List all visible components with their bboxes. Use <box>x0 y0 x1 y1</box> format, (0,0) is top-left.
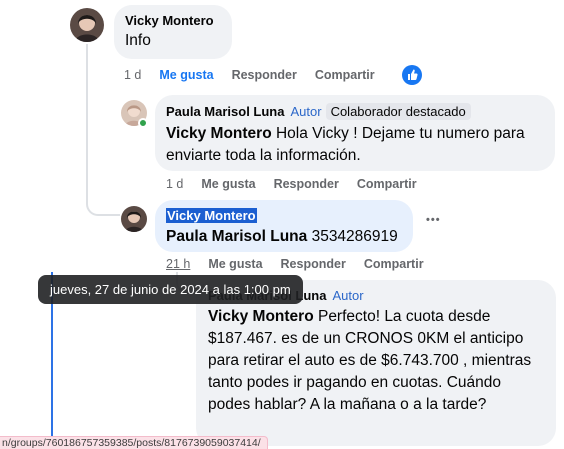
comment-author[interactable]: Paula Marisol Luna <box>166 104 284 119</box>
comment-header: Vicky Montero <box>166 207 402 225</box>
comment-bubble: Vicky Montero Info <box>114 5 232 59</box>
mention-link[interactable]: Vicky Montero <box>166 125 272 142</box>
status-bar-url: n/groups/760186757359385/posts/817673905… <box>0 436 268 449</box>
like-button[interactable]: Me gusta <box>208 257 262 271</box>
thumbs-up-icon <box>408 69 418 80</box>
mention-link[interactable]: Vicky Montero <box>208 308 314 325</box>
reply-button[interactable]: Responder <box>274 177 339 191</box>
top-contributor-badge[interactable]: Colaborador destacado <box>325 103 471 120</box>
author-badge: Autor <box>290 104 322 119</box>
comment-text: Vicky Montero Perfecto! La cuota desde $… <box>208 306 544 416</box>
comment-bubble: Paula Marisol Luna Autor Vicky Montero P… <box>196 280 556 446</box>
comment-actions: 1 d Me gusta Responder Compartir <box>124 68 393 82</box>
comment-bubble: Paula Marisol Luna Autor Colaborador des… <box>155 95 555 171</box>
comment-timestamp[interactable]: 1 d <box>124 68 141 82</box>
more-options-button[interactable]: ••• <box>426 214 441 226</box>
like-reaction-icon[interactable] <box>402 65 422 85</box>
online-status-indicator <box>138 118 148 128</box>
comment-bubble: Vicky Montero Paula Marisol Luna 3534286… <box>155 200 413 252</box>
comment-text: Info <box>125 32 151 49</box>
author-badge: Autor <box>332 288 364 303</box>
avatar-vicky-icon <box>70 8 104 42</box>
comment-text: Vicky Montero Hola Vicky ! Dejame tu num… <box>166 123 544 167</box>
share-button[interactable]: Compartir <box>357 177 417 191</box>
thread-line <box>86 44 88 164</box>
comment-timestamp[interactable]: 1 d <box>166 177 183 191</box>
comment-author[interactable]: Vicky Montero <box>166 208 257 223</box>
comment-author[interactable]: Vicky Montero <box>125 13 221 28</box>
avatar-vicky-icon <box>121 206 147 232</box>
share-button[interactable]: Compartir <box>364 257 424 271</box>
reply-button[interactable]: Responder <box>281 257 346 271</box>
comment-text: Paula Marisol Luna 3534286919 <box>166 226 402 248</box>
comment-timestamp[interactable]: 21 h <box>166 257 190 271</box>
mention-link[interactable]: Paula Marisol Luna <box>166 228 307 245</box>
share-button[interactable]: Compartir <box>315 68 375 82</box>
timestamp-tooltip: jueves, 27 de junio de 2024 a las 1:00 p… <box>38 275 303 304</box>
like-button[interactable]: Me gusta <box>159 68 213 82</box>
like-button[interactable]: Me gusta <box>201 177 255 191</box>
avatar[interactable] <box>70 8 104 42</box>
comment-body: 3534286919 <box>307 228 398 245</box>
comment-actions: 1 d Me gusta Responder Compartir <box>166 177 435 191</box>
reply-button[interactable]: Responder <box>232 68 297 82</box>
comment-header: Paula Marisol Luna Autor Colaborador des… <box>166 103 544 120</box>
thread-curve <box>86 150 120 216</box>
comment-actions: 21 h Me gusta Responder Compartir <box>166 257 442 271</box>
avatar[interactable] <box>121 206 147 232</box>
